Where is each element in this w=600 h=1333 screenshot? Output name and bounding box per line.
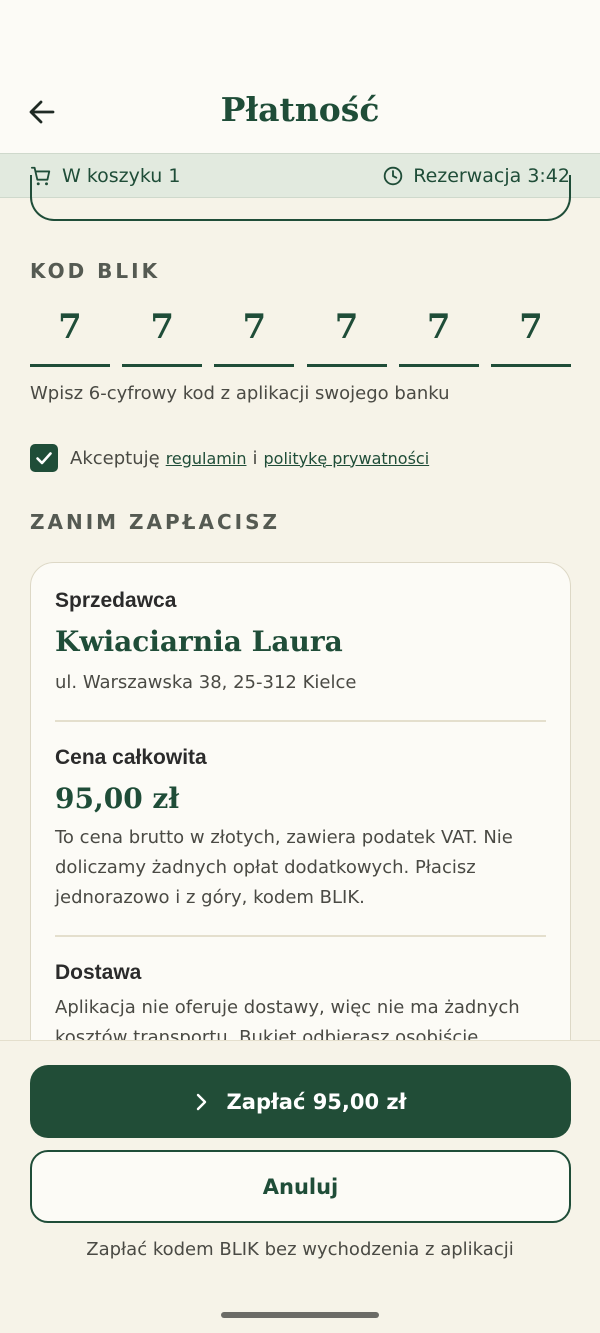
cancel-button-label: Anuluj bbox=[262, 1174, 339, 1199]
blik-digit-3[interactable]: 7 bbox=[214, 303, 295, 367]
seller-name: Kwiaciarnia Laura bbox=[55, 625, 343, 658]
terms-prefix: Akceptuję bbox=[70, 447, 160, 469]
previous-section-card bbox=[30, 175, 571, 221]
blik-hint: Wpisz 6-cyfrowy kod z aplikacji swojego … bbox=[30, 383, 450, 404]
blik-section-label: KOD BLIK bbox=[30, 259, 161, 283]
before-pay-section-label: ZANIM ZAPŁACISZ bbox=[30, 510, 281, 534]
blik-digit-6[interactable]: 7 bbox=[490, 303, 571, 367]
cancel-button[interactable]: Anuluj bbox=[30, 1150, 571, 1223]
blik-digit-2[interactable]: 7 bbox=[122, 303, 203, 367]
check-icon bbox=[36, 452, 52, 465]
bottom-action-bar: Zapłać 95,00 zł Anuluj Zapłać kodem BLIK… bbox=[0, 1040, 600, 1333]
terms-acceptance: Akceptuję regulamin i politykę prywatnoś… bbox=[30, 444, 429, 472]
order-summary-card: Sprzedawca Kwiaciarnia Laura ul. Warszaw… bbox=[30, 562, 571, 1082]
chevron-right-icon bbox=[196, 1093, 206, 1110]
pay-button[interactable]: Zapłać 95,00 zł bbox=[30, 1065, 571, 1138]
blik-digit-1[interactable]: 7 bbox=[30, 303, 110, 367]
blik-footnote: Zapłać kodem BLIK bez wychodzenia z apli… bbox=[86, 1239, 514, 1260]
blik-digit-4[interactable]: 7 bbox=[306, 303, 387, 367]
divider bbox=[55, 935, 546, 937]
price-value: 95,00 zł bbox=[55, 782, 180, 815]
privacy-policy-link[interactable]: politykę prywatności bbox=[264, 449, 430, 468]
blik-digit-5[interactable]: 7 bbox=[398, 303, 479, 367]
page-title: Płatność bbox=[220, 90, 380, 129]
blik-code-input[interactable]: 7 7 7 7 7 7 bbox=[30, 303, 571, 367]
terms-link[interactable]: regulamin bbox=[166, 449, 247, 468]
terms-conjunction: i bbox=[252, 447, 258, 469]
delivery-label: Dostawa bbox=[55, 961, 142, 984]
divider bbox=[55, 720, 546, 722]
seller-label: Sprzedawca bbox=[55, 589, 177, 612]
price-description: To cena brutto w złotych, zawiera podate… bbox=[55, 827, 513, 908]
terms-checkbox[interactable] bbox=[30, 444, 58, 472]
pay-button-label: Zapłać 95,00 zł bbox=[226, 1089, 407, 1114]
price-label: Cena całkowita bbox=[55, 746, 207, 769]
home-indicator[interactable] bbox=[221, 1312, 379, 1318]
app-header: Płatność bbox=[0, 0, 600, 153]
seller-address: ul. Warszawska 38, 25-312 Kielce bbox=[55, 672, 357, 693]
